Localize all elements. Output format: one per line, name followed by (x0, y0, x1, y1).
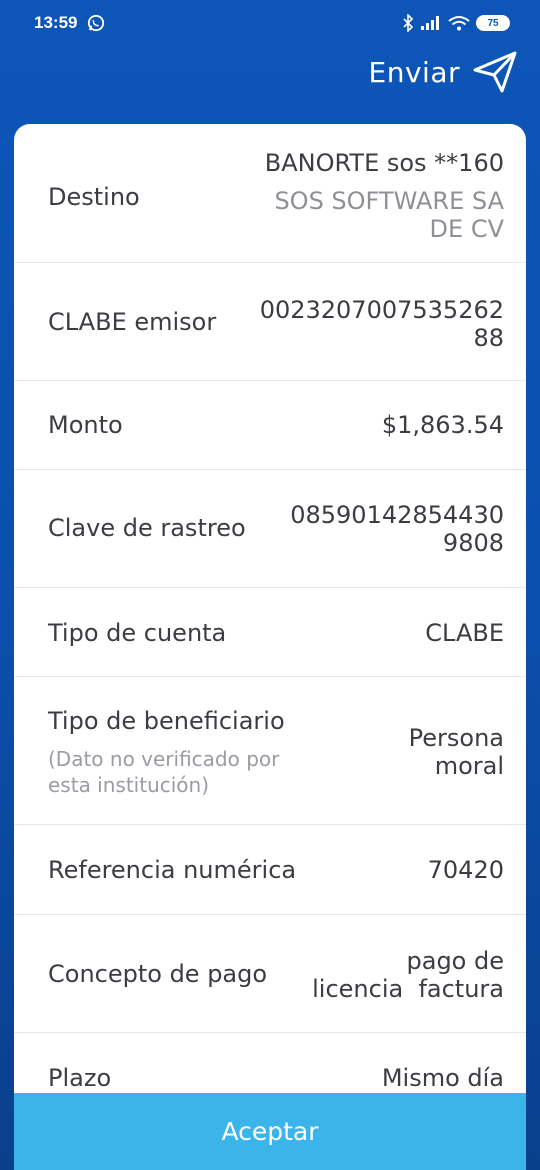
status-bar: 13:59 75 (0, 0, 540, 48)
tipo-beneficiario-note: (Dato no verificado por esta institución… (48, 746, 279, 798)
paper-plane-icon (473, 51, 517, 93)
clabe-emisor-label: CLABE emisor (48, 308, 217, 336)
row-concepto: Concepto de pago pago de licencia factur… (14, 915, 526, 1033)
referencia-label: Referencia numérica (48, 856, 297, 884)
row-clave-rastreo: Clave de rastreo 08590142854430 9808 (14, 470, 526, 588)
referencia-value: 70420 (427, 856, 504, 884)
row-destino: Destino BANORTE sos **160 SOS SOFTWARE S… (14, 124, 526, 263)
clabe-emisor-line1: 0023207007535262 (259, 296, 504, 324)
row-monto: Monto $1,863.54 (14, 381, 526, 470)
row-tipo-beneficiario: Tipo de beneficiario (Dato no verificado… (14, 677, 526, 825)
transfer-details-card: Destino BANORTE sos **160 SOS SOFTWARE S… (14, 124, 526, 1170)
destino-name-line1: SOS SOFTWARE SA (274, 187, 504, 215)
bluetooth-icon (403, 14, 414, 32)
clave-rastreo-line2: 9808 (442, 529, 504, 557)
clabe-emisor-line2: 88 (473, 324, 504, 352)
status-time: 13:59 (34, 13, 78, 32)
note-line1: (Dato no verificado por (48, 747, 280, 771)
whatsapp-icon (87, 14, 105, 32)
battery-icon: 75 (476, 15, 510, 31)
plazo-value: Mismo día (381, 1064, 504, 1092)
beneficiario-line1: Persona (408, 724, 504, 752)
status-icons: 75 (402, 14, 510, 32)
destino-name-line2: DE CV (429, 215, 504, 243)
monto-label: Monto (48, 411, 123, 439)
plazo-label: Plazo (48, 1064, 112, 1092)
destino-label: Destino (48, 183, 140, 211)
concepto-label: Concepto de pago (48, 960, 268, 988)
accept-button[interactable]: Aceptar (14, 1093, 526, 1170)
destino-bank: BANORTE sos **160 (264, 149, 504, 177)
send-button[interactable]: Enviar (369, 50, 518, 94)
battery-level: 75 (487, 17, 499, 29)
destino-value: BANORTE sos **160 SOS SOFTWARE SA DE CV (265, 149, 504, 243)
tipo-beneficiario-value: Persona moral (409, 724, 504, 780)
concepto-value: pago de licencia factura (312, 947, 504, 1003)
clave-rastreo-line1: 08590142854430 (290, 501, 504, 529)
note-line2: esta institución) (48, 773, 210, 797)
tipo-cuenta-label: Tipo de cuenta (48, 619, 227, 647)
concepto-line2: licencia factura (312, 975, 504, 1003)
tipo-cuenta-value: CLABE (425, 619, 504, 647)
clabe-emisor-value: 0023207007535262 88 (260, 296, 504, 352)
wifi-icon (448, 16, 470, 31)
send-label: Enviar (368, 55, 460, 89)
clave-rastreo-value: 08590142854430 9808 (290, 501, 504, 557)
signal-icon (421, 16, 439, 30)
row-clabe-emisor: CLABE emisor 0023207007535262 88 (14, 263, 526, 381)
monto-value: $1,863.54 (381, 411, 504, 439)
tipo-beneficiario-label: Tipo de beneficiario (48, 707, 285, 735)
beneficiario-line2: moral (434, 752, 504, 780)
row-referencia: Referencia numérica 70420 (14, 825, 526, 915)
row-tipo-cuenta: Tipo de cuenta CLABE (14, 588, 526, 677)
concepto-line1: pago de (406, 947, 505, 975)
clave-rastreo-label: Clave de rastreo (48, 514, 246, 542)
